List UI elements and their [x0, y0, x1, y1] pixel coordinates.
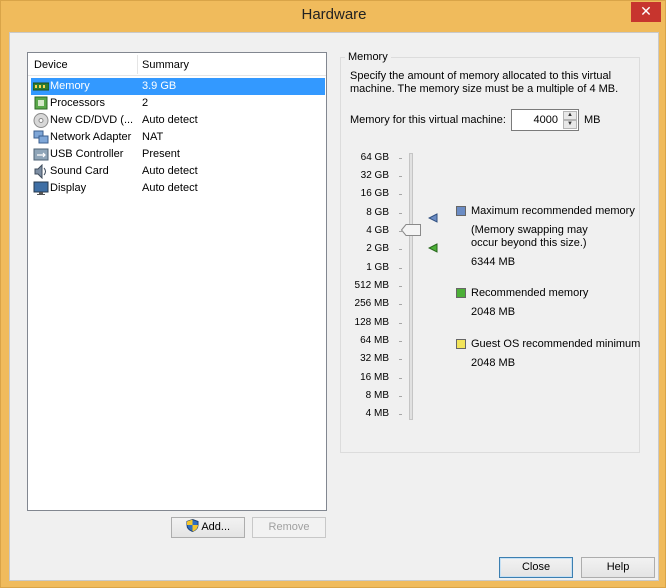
help-button[interactable]: Help	[581, 557, 655, 578]
memory-slider-thumb[interactable]	[401, 224, 421, 236]
scale-label: 64 GB	[360, 152, 389, 163]
network-adapter-icon	[33, 130, 49, 144]
guest-os-minimum-label: Guest OS recommended minimum	[471, 338, 641, 350]
scale-label: 4 MB	[365, 408, 389, 419]
scale-label: 16 GB	[360, 188, 389, 199]
chevron-down-icon: ▼	[567, 121, 573, 127]
max-memory-marker-icon	[428, 213, 438, 223]
close-icon: ✕	[640, 3, 652, 19]
memory-unit: MB	[584, 114, 601, 126]
sound-card-icon	[34, 164, 46, 179]
column-header-summary[interactable]: Summary	[142, 59, 189, 71]
scale-label: 4 GB	[366, 225, 389, 236]
scale-label: 256 MB	[354, 298, 389, 309]
device-list[interactable]: Device Summary Memory 3.9 GB Processors …	[27, 52, 327, 511]
scale-label: 512 MB	[354, 280, 389, 291]
memory-field-label: Memory for this virtual machine:	[350, 114, 506, 126]
scale-label: 64 MB	[360, 335, 389, 346]
recommended-memory-label: Recommended memory	[471, 287, 589, 299]
recommended-memory-swatch	[456, 288, 466, 298]
memory-slider-track[interactable]	[409, 153, 413, 420]
scale-label: 32 GB	[360, 170, 389, 181]
scale-label: 8 GB	[366, 207, 389, 218]
device-row-cd-dvd[interactable]: New CD/DVD (... Auto detect	[31, 112, 325, 129]
window-close-button[interactable]: ✕	[631, 2, 661, 22]
cd-dvd-icon	[33, 113, 49, 128]
max-memory-note: (Memory swapping may occur beyond this s…	[471, 224, 588, 249]
column-header-device[interactable]: Device	[34, 59, 68, 71]
usb-icon	[33, 148, 49, 161]
max-memory-label: Maximum recommended memory	[471, 205, 635, 217]
scale-label: 32 MB	[360, 353, 389, 364]
guest-os-minimum-value: 2048 MB	[471, 357, 516, 369]
recommended-memory-value: 2048 MB	[471, 306, 516, 318]
scale-label: 8 MB	[365, 390, 389, 401]
scale-label: 2 GB	[366, 243, 389, 254]
memory-icon	[33, 82, 49, 91]
guest-os-minimum-swatch	[456, 339, 466, 349]
window-title: Hardware	[301, 6, 367, 23]
memory-description: Specify the amount of memory allocated t…	[350, 70, 619, 95]
device-row-processors[interactable]: Processors 2	[31, 95, 325, 112]
uac-shield-icon	[186, 518, 199, 533]
device-row-display[interactable]: Display Auto detect	[31, 180, 325, 197]
spinner-up-button[interactable]: ▲	[563, 111, 577, 120]
add-button[interactable]: Add...	[171, 517, 245, 538]
device-row-sound-card[interactable]: Sound Card Auto detect	[31, 163, 325, 180]
hardware-dialog: Hardware ✕ Device Summary Memory 3.9 GB …	[0, 0, 666, 588]
close-button[interactable]: Close	[499, 557, 573, 578]
dialog-body: Device Summary Memory 3.9 GB Processors …	[9, 32, 659, 581]
memory-spinner[interactable]: 4000 ▲ ▼	[511, 109, 579, 131]
display-icon	[33, 181, 49, 195]
memory-input[interactable]: 4000	[534, 114, 558, 126]
processor-icon	[34, 96, 48, 110]
chevron-up-icon: ▲	[567, 112, 573, 118]
device-row-memory[interactable]: Memory 3.9 GB	[31, 78, 325, 95]
recommended-memory-marker-icon	[428, 243, 438, 253]
device-row-network-adapter[interactable]: Network Adapter NAT	[31, 129, 325, 146]
memory-group-label: Memory	[345, 51, 391, 63]
max-memory-value: 6344 MB	[471, 256, 516, 268]
scale-label: 16 MB	[360, 372, 389, 383]
device-list-header: Device Summary	[28, 53, 326, 76]
device-row-usb-controller[interactable]: USB Controller Present	[31, 146, 325, 163]
max-memory-swatch	[456, 206, 466, 216]
scale-label: 1 GB	[366, 262, 389, 273]
title-bar[interactable]: Hardware ✕	[1, 1, 666, 32]
spinner-down-button[interactable]: ▼	[563, 120, 577, 129]
scale-label: 128 MB	[354, 317, 389, 328]
remove-button[interactable]: Remove	[252, 517, 326, 538]
